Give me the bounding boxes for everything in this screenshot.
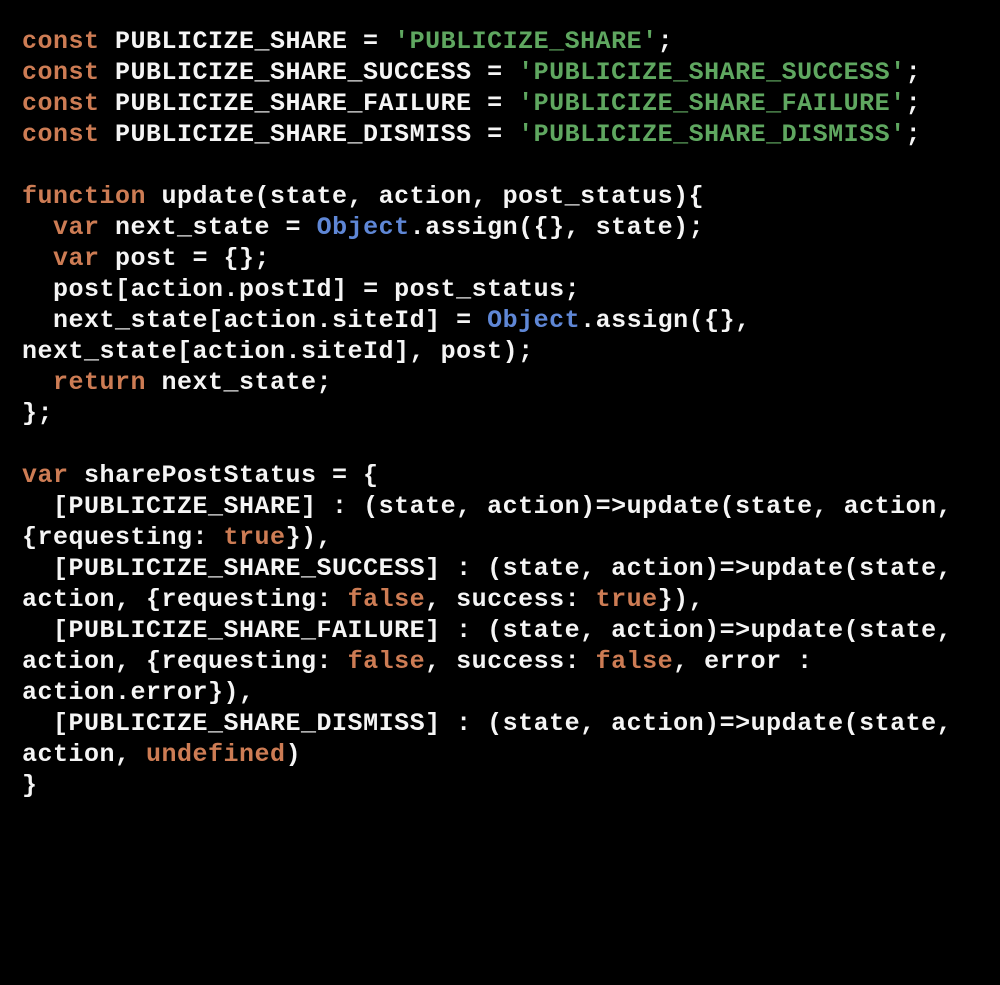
code-token: true — [224, 523, 286, 552]
code-token: false — [348, 585, 426, 614]
code-token: , success: — [425, 585, 596, 614]
code-token: true — [596, 585, 658, 614]
code-token: ; — [906, 89, 922, 118]
code-token: const — [22, 58, 100, 87]
code-token — [22, 368, 53, 397]
code-token: const — [22, 120, 100, 149]
code-token: false — [348, 647, 426, 676]
code-token: Object — [317, 213, 410, 242]
code-token: Object — [487, 306, 580, 335]
code-token: undefined — [146, 740, 286, 769]
code-token: const — [22, 27, 100, 56]
code-token: PUBLICIZE_SHARE_FAILURE = — [100, 89, 519, 118]
code-token: ; — [658, 27, 674, 56]
code-token: ; — [906, 120, 922, 149]
code-token: 'PUBLICIZE_SHARE_FAILURE' — [518, 89, 906, 118]
code-token: ; — [906, 58, 922, 87]
code-token: [PUBLICIZE_SHARE] : (state, action)=>upd… — [22, 492, 968, 552]
code-token: , success: — [425, 647, 596, 676]
code-token: 'PUBLICIZE_SHARE' — [394, 27, 658, 56]
code-token: var — [22, 461, 69, 490]
code-token: next_state = — [100, 213, 317, 242]
code-token: }), — [286, 523, 333, 552]
code-token: }; — [22, 399, 53, 428]
code-token: const — [22, 89, 100, 118]
code-token: 'PUBLICIZE_SHARE_SUCCESS' — [518, 58, 906, 87]
code-token: }), — [658, 585, 705, 614]
code-token: post[action.postId] = post_status; — [22, 275, 580, 304]
code-token: PUBLICIZE_SHARE = — [100, 27, 395, 56]
code-token: ) — [286, 740, 302, 769]
code-token: var — [53, 213, 100, 242]
code-token: PUBLICIZE_SHARE_SUCCESS = — [100, 58, 519, 87]
code-token: post = {}; — [100, 244, 271, 273]
code-token: return — [53, 368, 146, 397]
code-token: false — [596, 647, 674, 676]
code-token: next_state[action.siteId] = — [22, 306, 487, 335]
code-token — [22, 244, 53, 273]
code-token: } — [22, 771, 38, 800]
code-token: update(state, action, post_status){ — [146, 182, 704, 211]
code-block: const PUBLICIZE_SHARE = 'PUBLICIZE_SHARE… — [0, 0, 1000, 827]
code-token: var — [53, 244, 100, 273]
code-token — [22, 213, 53, 242]
code-token: function — [22, 182, 146, 211]
code-token: sharePostStatus = { — [69, 461, 379, 490]
code-token: 'PUBLICIZE_SHARE_DISMISS' — [518, 120, 906, 149]
code-token: next_state; — [146, 368, 332, 397]
code-token: PUBLICIZE_SHARE_DISMISS = — [100, 120, 519, 149]
code-token: .assign({}, state); — [410, 213, 705, 242]
